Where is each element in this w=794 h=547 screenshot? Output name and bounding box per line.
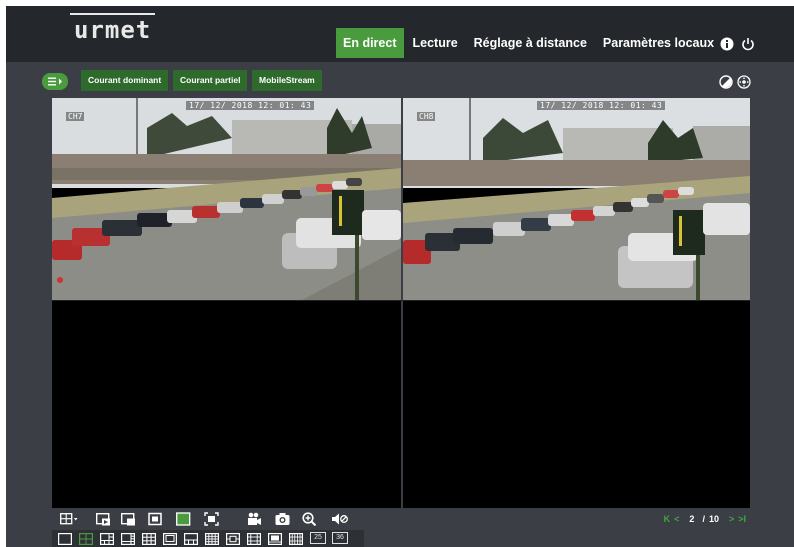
layout-13-icon[interactable]	[184, 532, 199, 546]
next-group-icon[interactable]	[120, 512, 136, 526]
last-page-button[interactable]: >I	[738, 514, 746, 524]
camera-feed-image	[52, 98, 401, 300]
camera-timestamp: 17/ 12/ 2018 12: 01: 43	[186, 101, 315, 110]
camera-feed-image	[403, 98, 750, 300]
current-page: 2	[689, 514, 695, 524]
snapshot-icon[interactable]	[275, 512, 290, 526]
layout-36-button[interactable]: 36	[332, 532, 348, 544]
sub-stream-button[interactable]: Courant partiel	[173, 70, 248, 91]
app-window: urmet En direct Lecture Réglage à distan…	[6, 6, 794, 547]
layout-4-icon[interactable]	[79, 532, 94, 546]
main-stream-button[interactable]: Courant dominant	[81, 70, 169, 91]
layout-16-icon[interactable]	[205, 532, 220, 546]
layout-1-icon[interactable]	[58, 532, 73, 546]
layout-8-icon[interactable]	[121, 532, 136, 546]
layout-25-button[interactable]: 25	[310, 532, 326, 544]
split-screen-icon[interactable]	[60, 512, 80, 526]
camera-channel-label: CH7	[66, 112, 85, 121]
zoom-icon[interactable]	[302, 512, 317, 527]
layout-20-icon[interactable]	[247, 532, 262, 546]
layout-17-icon[interactable]	[226, 532, 241, 546]
camera-timestamp: 17/ 12/ 2018 12: 01: 43	[537, 101, 666, 110]
playback-control-bar: K < 2 / 10 > >I	[52, 508, 750, 530]
layout-selector: 25 36	[52, 530, 364, 547]
layout-6-icon[interactable]	[100, 532, 115, 546]
header-bar: urmet En direct Lecture Réglage à distan…	[6, 6, 794, 62]
nav-live[interactable]: En direct	[336, 28, 404, 58]
next-page-button[interactable]: >	[729, 514, 734, 524]
layout-24-icon[interactable]	[289, 532, 304, 546]
audio-icon[interactable]	[331, 512, 349, 526]
single-view-icon[interactable]	[148, 512, 163, 526]
main-nav: En direct Lecture Réglage à distance Par…	[336, 28, 721, 58]
color-adjust-icon[interactable]	[719, 75, 733, 89]
camera-channel-label: CH8	[417, 112, 436, 121]
live-toolbar: Courant dominant Courant partiel MobileS…	[6, 62, 794, 98]
ptz-control-icon[interactable]	[737, 75, 751, 89]
nav-remote-settings[interactable]: Réglage à distance	[467, 28, 594, 58]
camera-view-ch7[interactable]: CH7 17/ 12/ 2018 12: 01: 43	[52, 98, 401, 300]
brand-logo: urmet	[69, 13, 156, 44]
page-separator: /	[702, 514, 705, 524]
list-menu-icon[interactable]	[42, 73, 68, 90]
previous-page-button[interactable]: <	[674, 514, 679, 524]
total-pages: 10	[708, 514, 719, 524]
first-page-button[interactable]: K	[664, 514, 671, 524]
layout-9-icon[interactable]	[142, 532, 157, 546]
layout-10-icon[interactable]	[163, 532, 178, 546]
mobile-stream-button[interactable]: MobileStream	[252, 70, 322, 91]
camera-view-ch8[interactable]: CH8 17/ 12/ 2018 12: 01: 43	[403, 98, 750, 300]
power-icon[interactable]	[741, 37, 755, 51]
info-icon[interactable]	[720, 37, 734, 51]
video-grid: CH7 17/ 12/ 2018 12: 01: 43 CH8 17/ 12/ …	[52, 98, 750, 508]
fullscreen-icon[interactable]	[204, 512, 219, 526]
record-icon[interactable]	[247, 512, 262, 526]
nav-playback[interactable]: Lecture	[406, 28, 465, 58]
nav-local-settings[interactable]: Paramètres locaux	[596, 28, 721, 58]
active-view-icon[interactable]	[176, 512, 191, 526]
page-navigator: K < 2 / 10 > >I	[664, 512, 746, 526]
layout-22-icon[interactable]	[268, 532, 283, 546]
camera-view-empty-2[interactable]	[403, 301, 750, 508]
camera-view-empty-1[interactable]	[52, 301, 401, 508]
previous-group-icon[interactable]	[95, 512, 111, 526]
